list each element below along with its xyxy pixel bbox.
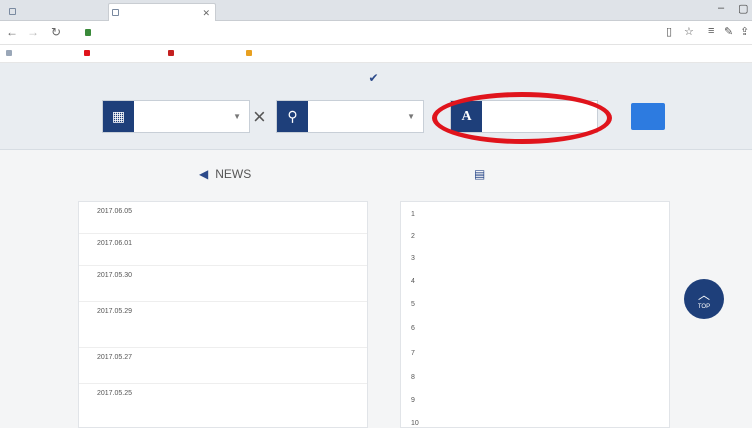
dataset-item: 8 (401, 369, 669, 390)
search-panel-title: ✔ (0, 71, 752, 85)
popular-datasets-list: 1 2 3 4 5 6 7 8 9 10 (400, 201, 670, 428)
back-icon[interactable]: ← (6, 24, 18, 40)
dataset-item: 1 (401, 206, 669, 227)
tab-bar: ✕ – ▢ (0, 0, 752, 21)
news-item: 2017.05.29 (79, 302, 367, 348)
page-top-button[interactable]: ︿ TOP (684, 279, 724, 319)
share-icon[interactable]: ⇪ (740, 25, 749, 38)
hub-icon[interactable]: ≡ (708, 25, 714, 37)
dataset-rank: 1 (411, 211, 415, 218)
browser-tab-active[interactable]: ✕ (108, 3, 216, 21)
dataset-item: 9 (401, 392, 669, 413)
news-date: 2017.05.29 (97, 308, 133, 315)
dataset-rank: 6 (411, 325, 415, 332)
favorites-bar (0, 45, 752, 63)
news-date: 2017.05.27 (97, 354, 133, 361)
news-date: 2017.05.30 (97, 272, 133, 279)
page-top-label: TOP (697, 304, 711, 310)
search-button[interactable] (631, 103, 665, 130)
bookmark-icon (6, 50, 12, 57)
bookmark-icon (84, 50, 90, 57)
dataset-item: 3 (401, 250, 669, 271)
dataset-item: 4 (401, 273, 669, 294)
dataset-rank: 3 (411, 255, 415, 262)
map-pin-icon: ⚲ (277, 101, 308, 132)
dataset-rank: 9 (411, 397, 415, 404)
news-list: 2017.06.05 2017.06.01 2017.05.30 2017.05… (78, 201, 368, 428)
popular-datasets-heading: ▤ (474, 167, 492, 181)
dataset-rank: 5 (411, 301, 415, 308)
notes-icon[interactable]: ✎ (724, 25, 733, 38)
region-select[interactable]: ⚲ ▼ (276, 100, 424, 133)
favorite-star-icon[interactable]: ☆ (684, 25, 694, 38)
page-icon (112, 9, 119, 16)
news-heading: ◀ NEWS (199, 167, 252, 181)
minimize-icon[interactable]: – (718, 2, 724, 14)
bookmark-icon (168, 50, 174, 57)
reading-view-icon[interactable]: ▯ (666, 25, 672, 38)
category-select[interactable]: ▦ ▼ (102, 100, 250, 133)
dataset-rank: 7 (411, 350, 415, 357)
dataset-rank: 4 (411, 278, 415, 285)
news-item: 2017.05.30 (79, 266, 367, 302)
chevron-up-icon: ︿ (697, 288, 710, 302)
chevron-down-icon: ▼ (407, 112, 415, 121)
browser-window: ✕ – ▢ ← → ↻ ▯ ☆ ≡ ✎ ⇪ ✔ ▦ ▼ × ⚲ ▼ A ◀ NE… (0, 0, 752, 428)
dataset-item: 7 (401, 345, 669, 366)
check-icon: ✔ (368, 71, 379, 85)
highlight-circle (432, 92, 612, 144)
favorite-link[interactable] (6, 47, 15, 61)
news-item: 2017.05.25 (79, 384, 367, 427)
lock-icon (85, 29, 91, 37)
document-icon: ▤ (474, 167, 486, 181)
dataset-item: 10 (401, 415, 669, 427)
dataset-item: 6 (401, 320, 669, 341)
bookmark-icon (246, 50, 252, 57)
news-item: 2017.06.01 (79, 234, 367, 266)
favorite-link[interactable] (84, 47, 93, 61)
forward-icon[interactable]: → (27, 24, 39, 40)
times-icon: × (253, 104, 266, 129)
favorite-link[interactable] (168, 47, 177, 61)
dataset-rank: 10 (411, 420, 419, 427)
close-tab-icon[interactable]: ✕ (202, 4, 210, 21)
refresh-icon[interactable]: ↻ (51, 24, 61, 40)
web-page: ✔ ▦ ▼ × ⚲ ▼ A ◀ NEWS ▤ 2017.06.05 2017.0… (0, 63, 752, 428)
browser-tab[interactable] (6, 3, 104, 21)
maximize-icon[interactable]: ▢ (738, 2, 748, 15)
dataset-item: 2 (401, 228, 669, 249)
news-item: 2017.05.27 (79, 348, 367, 384)
megaphone-icon: ◀ (199, 167, 209, 181)
news-date: 2017.05.25 (97, 390, 133, 397)
news-date: 2017.06.01 (97, 240, 133, 247)
dataset-rank: 8 (411, 374, 415, 381)
grid-icon: ▦ (103, 101, 134, 132)
url-field[interactable] (85, 25, 665, 41)
dataset-item: 5 (401, 296, 669, 317)
favorite-link[interactable] (246, 47, 255, 61)
page-icon (9, 8, 16, 15)
news-date: 2017.06.05 (97, 208, 133, 215)
address-bar: ← → ↻ ▯ ☆ ≡ ✎ ⇪ (0, 21, 752, 45)
condition-search-panel: ✔ ▦ ▼ × ⚲ ▼ A (0, 63, 752, 150)
chevron-down-icon: ▼ (233, 112, 241, 121)
news-item: 2017.06.05 (79, 202, 367, 234)
dataset-rank: 2 (411, 233, 415, 240)
